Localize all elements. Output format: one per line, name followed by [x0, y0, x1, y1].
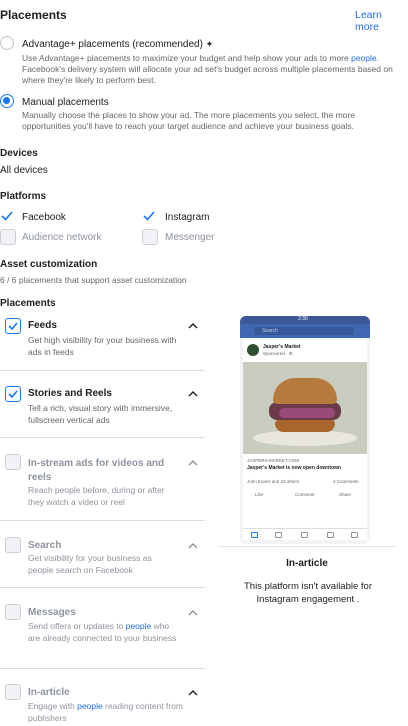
placement-in-article-desc: Engage with people reading content from …: [28, 700, 183, 724]
ad-site: JASPERS-MARKET.COM: [247, 458, 300, 463]
chevron-up-icon[interactable]: [188, 688, 198, 698]
divider: [0, 587, 205, 588]
bell-tab-icon: [327, 532, 334, 538]
stories-reels-checkbox[interactable]: [5, 386, 21, 402]
phone-search-text: Search: [262, 328, 278, 334]
devices-select[interactable]: All devices: [0, 165, 48, 176]
advantage-placements-label: Advantage+ placements (recommended) ✦: [22, 39, 213, 50]
placement-messages-desc: Send offers or updates to people who are…: [28, 620, 183, 644]
in-stream-checkbox[interactable]: [5, 454, 21, 470]
bun-bottom-shape: [275, 420, 335, 432]
placements-heading: Placements: [0, 298, 56, 309]
platform-facebook-label: Facebook: [22, 212, 66, 223]
reactions-text: John Evans and 23 others: [247, 479, 300, 484]
placement-in-stream-desc: Reach people before, during or after the…: [28, 485, 165, 507]
advantage-description: Use Advantage+ placements to maximize yo…: [22, 53, 404, 86]
in-article-desc-prefix: Engage with: [28, 701, 78, 711]
placement-search-title: Search: [28, 540, 62, 551]
page-avatar: [247, 344, 259, 356]
divider: [0, 370, 205, 371]
preview-caption-text: This platform isn't available for Instag…: [243, 581, 372, 605]
advantage-placements-radio[interactable]: [0, 36, 14, 50]
in-article-checkbox[interactable]: [5, 684, 21, 700]
burger-photo: [243, 362, 367, 454]
phone-tab-bar: [243, 528, 367, 540]
messenger-checkbox[interactable]: [142, 229, 158, 245]
placement-search-desc: Get visibility for your business as peop…: [28, 553, 152, 575]
marketplace-tab-icon: [301, 532, 308, 538]
search-checkbox[interactable]: [5, 537, 21, 553]
chevron-up-icon[interactable]: [188, 389, 198, 399]
advantage-people-link[interactable]: people: [351, 53, 377, 63]
advantage-label-text: Advantage+ placements (recommended): [22, 39, 203, 50]
platform-audience-network-label: Audience network: [22, 232, 102, 243]
manual-placements-radio[interactable]: [0, 94, 14, 108]
messages-desc-prefix: Send offers or updates to: [28, 621, 126, 631]
platform-instagram-label: Instagram: [165, 212, 210, 223]
placement-in-article-title: In-article: [28, 687, 70, 698]
messages-people-link[interactable]: people: [126, 621, 152, 631]
ad-headline: Jasper's Market is now open downtown: [247, 465, 341, 471]
check-icon: [8, 322, 18, 331]
sparkle-icon: ✦: [205, 39, 214, 49]
instagram-checkbox[interactable]: [142, 210, 156, 222]
ad-preview-phone: 2:30 Search Jasper's Market Sponsored · …: [240, 316, 370, 544]
platforms-heading: Platforms: [0, 191, 47, 202]
in-article-people-link[interactable]: people: [77, 701, 103, 711]
chevron-up-icon[interactable]: [188, 541, 198, 551]
audience-network-checkbox[interactable]: [0, 229, 16, 245]
comments-count: 2 Comments: [333, 479, 359, 484]
feeds-checkbox[interactable]: [5, 318, 21, 334]
bun-top-shape: [273, 378, 337, 404]
menu-tab-icon: [351, 532, 358, 538]
phone-search-bar: Search: [254, 327, 354, 335]
divider: [0, 520, 205, 521]
advantage-desc-prefix: Use Advantage+ placements to maximize yo…: [22, 53, 352, 63]
video-tab-icon: [275, 532, 282, 538]
page-name: Jasper's Market: [263, 344, 301, 350]
placement-in-stream-title: In-stream ads for videos and reels: [28, 458, 165, 483]
page-title: Placements: [0, 8, 67, 22]
divider: [0, 437, 205, 438]
share-button: Share: [339, 492, 352, 497]
home-tab-icon: [251, 532, 258, 538]
sponsored-label: Sponsored · ⚙: [263, 351, 293, 356]
onion-shape: [279, 408, 335, 418]
comment-button: Comment: [295, 492, 315, 497]
check-icon: [8, 390, 18, 399]
placement-messages-title: Messages: [28, 607, 76, 618]
chevron-up-icon[interactable]: [188, 321, 198, 331]
messages-checkbox[interactable]: [5, 604, 21, 620]
asset-customization-desc: 6 / 6 placements that support asset cust…: [0, 275, 187, 285]
phone-time: 2:30: [298, 316, 308, 322]
plate-shape: [253, 430, 357, 446]
ad-card: Jasper's Market Sponsored · ⚙ JASPERS-MA…: [243, 340, 367, 540]
facebook-checkbox[interactable]: [0, 210, 14, 222]
like-button: Like: [255, 492, 264, 497]
devices-heading: Devices: [0, 148, 38, 159]
learn-more-link[interactable]: Learn more: [355, 9, 408, 33]
placement-stories-desc: Tell a rich, visual story with immersive…: [28, 403, 173, 425]
chevron-up-icon[interactable]: [188, 608, 198, 618]
phone-nav-bar: Search: [240, 324, 370, 338]
chevron-up-icon[interactable]: [188, 458, 198, 468]
phone-status-bar: 2:30: [240, 316, 370, 324]
preview-divider: [218, 546, 396, 547]
asset-customization-heading: Asset customization: [0, 259, 98, 270]
manual-description: Manually choose the places to show your …: [22, 110, 355, 131]
manual-placements-label: Manual placements: [22, 97, 109, 108]
placement-stories-title: Stories and Reels: [28, 388, 112, 399]
platform-messenger-label: Messenger: [165, 232, 215, 243]
divider: [0, 668, 205, 669]
placement-feeds-desc: Get high visibility for your business wi…: [28, 335, 177, 357]
preview-caption-title: In-article: [286, 558, 328, 569]
placement-feeds-title: Feeds: [28, 320, 57, 331]
